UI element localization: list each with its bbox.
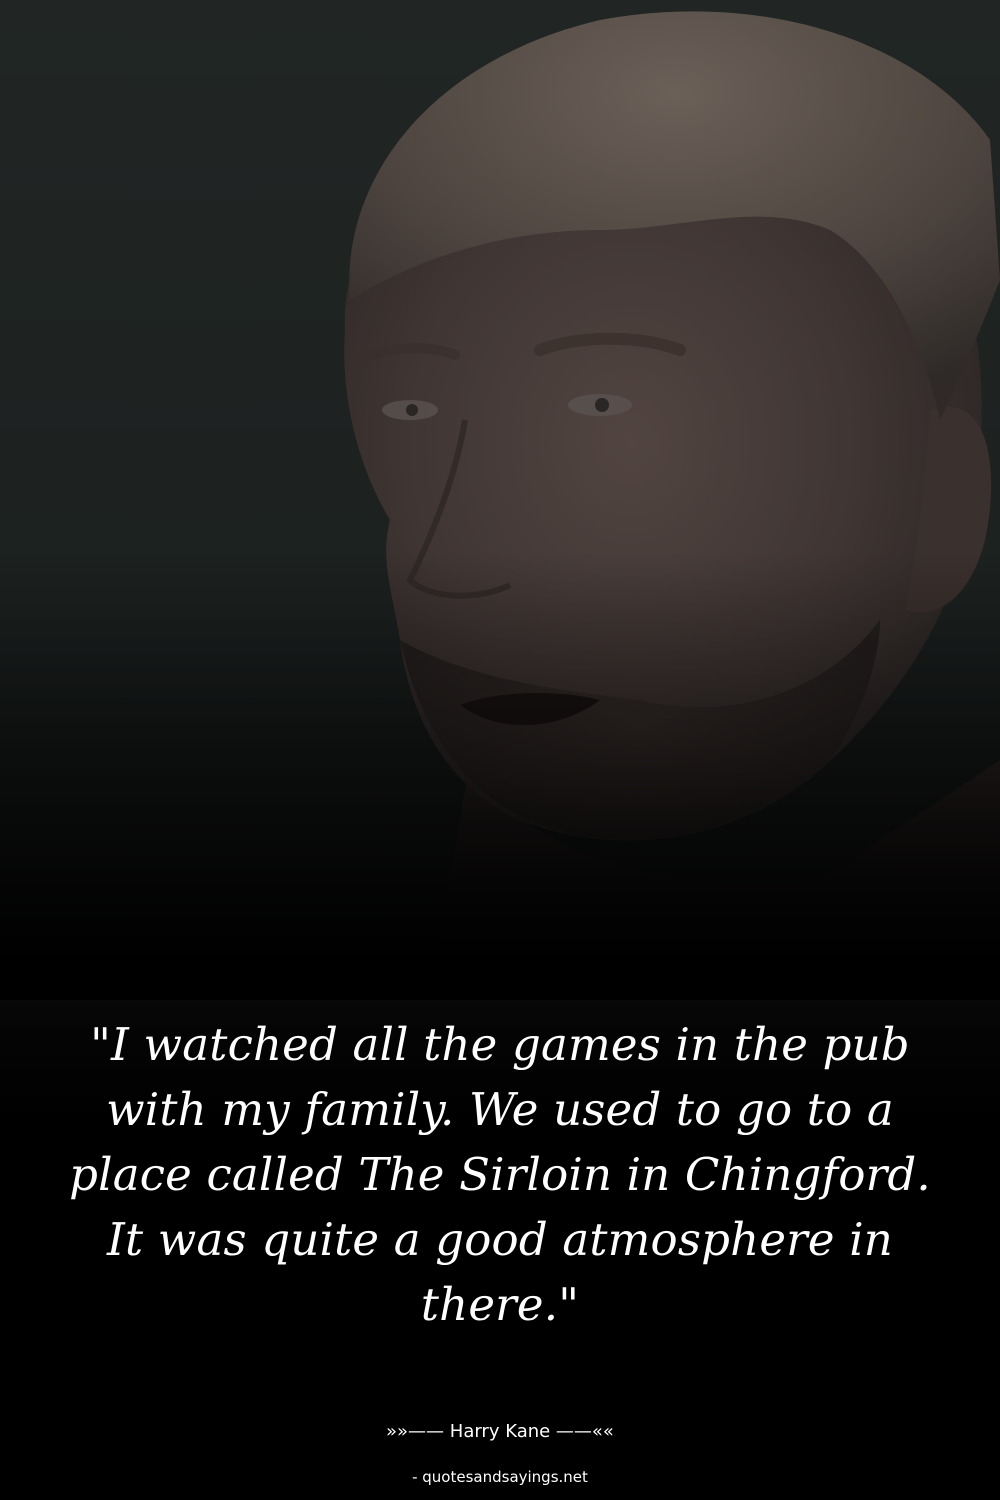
quote-card: "I watched all the games in the pub with… — [0, 0, 1000, 1500]
author-attribution: »»—— Harry Kane ——«« — [386, 1421, 614, 1442]
quote-text: "I watched all the games in the pub with… — [69, 1018, 931, 1331]
photo-fade-overlay — [0, 0, 1000, 1000]
source-credit: - quotesandsayings.net — [412, 1468, 588, 1486]
